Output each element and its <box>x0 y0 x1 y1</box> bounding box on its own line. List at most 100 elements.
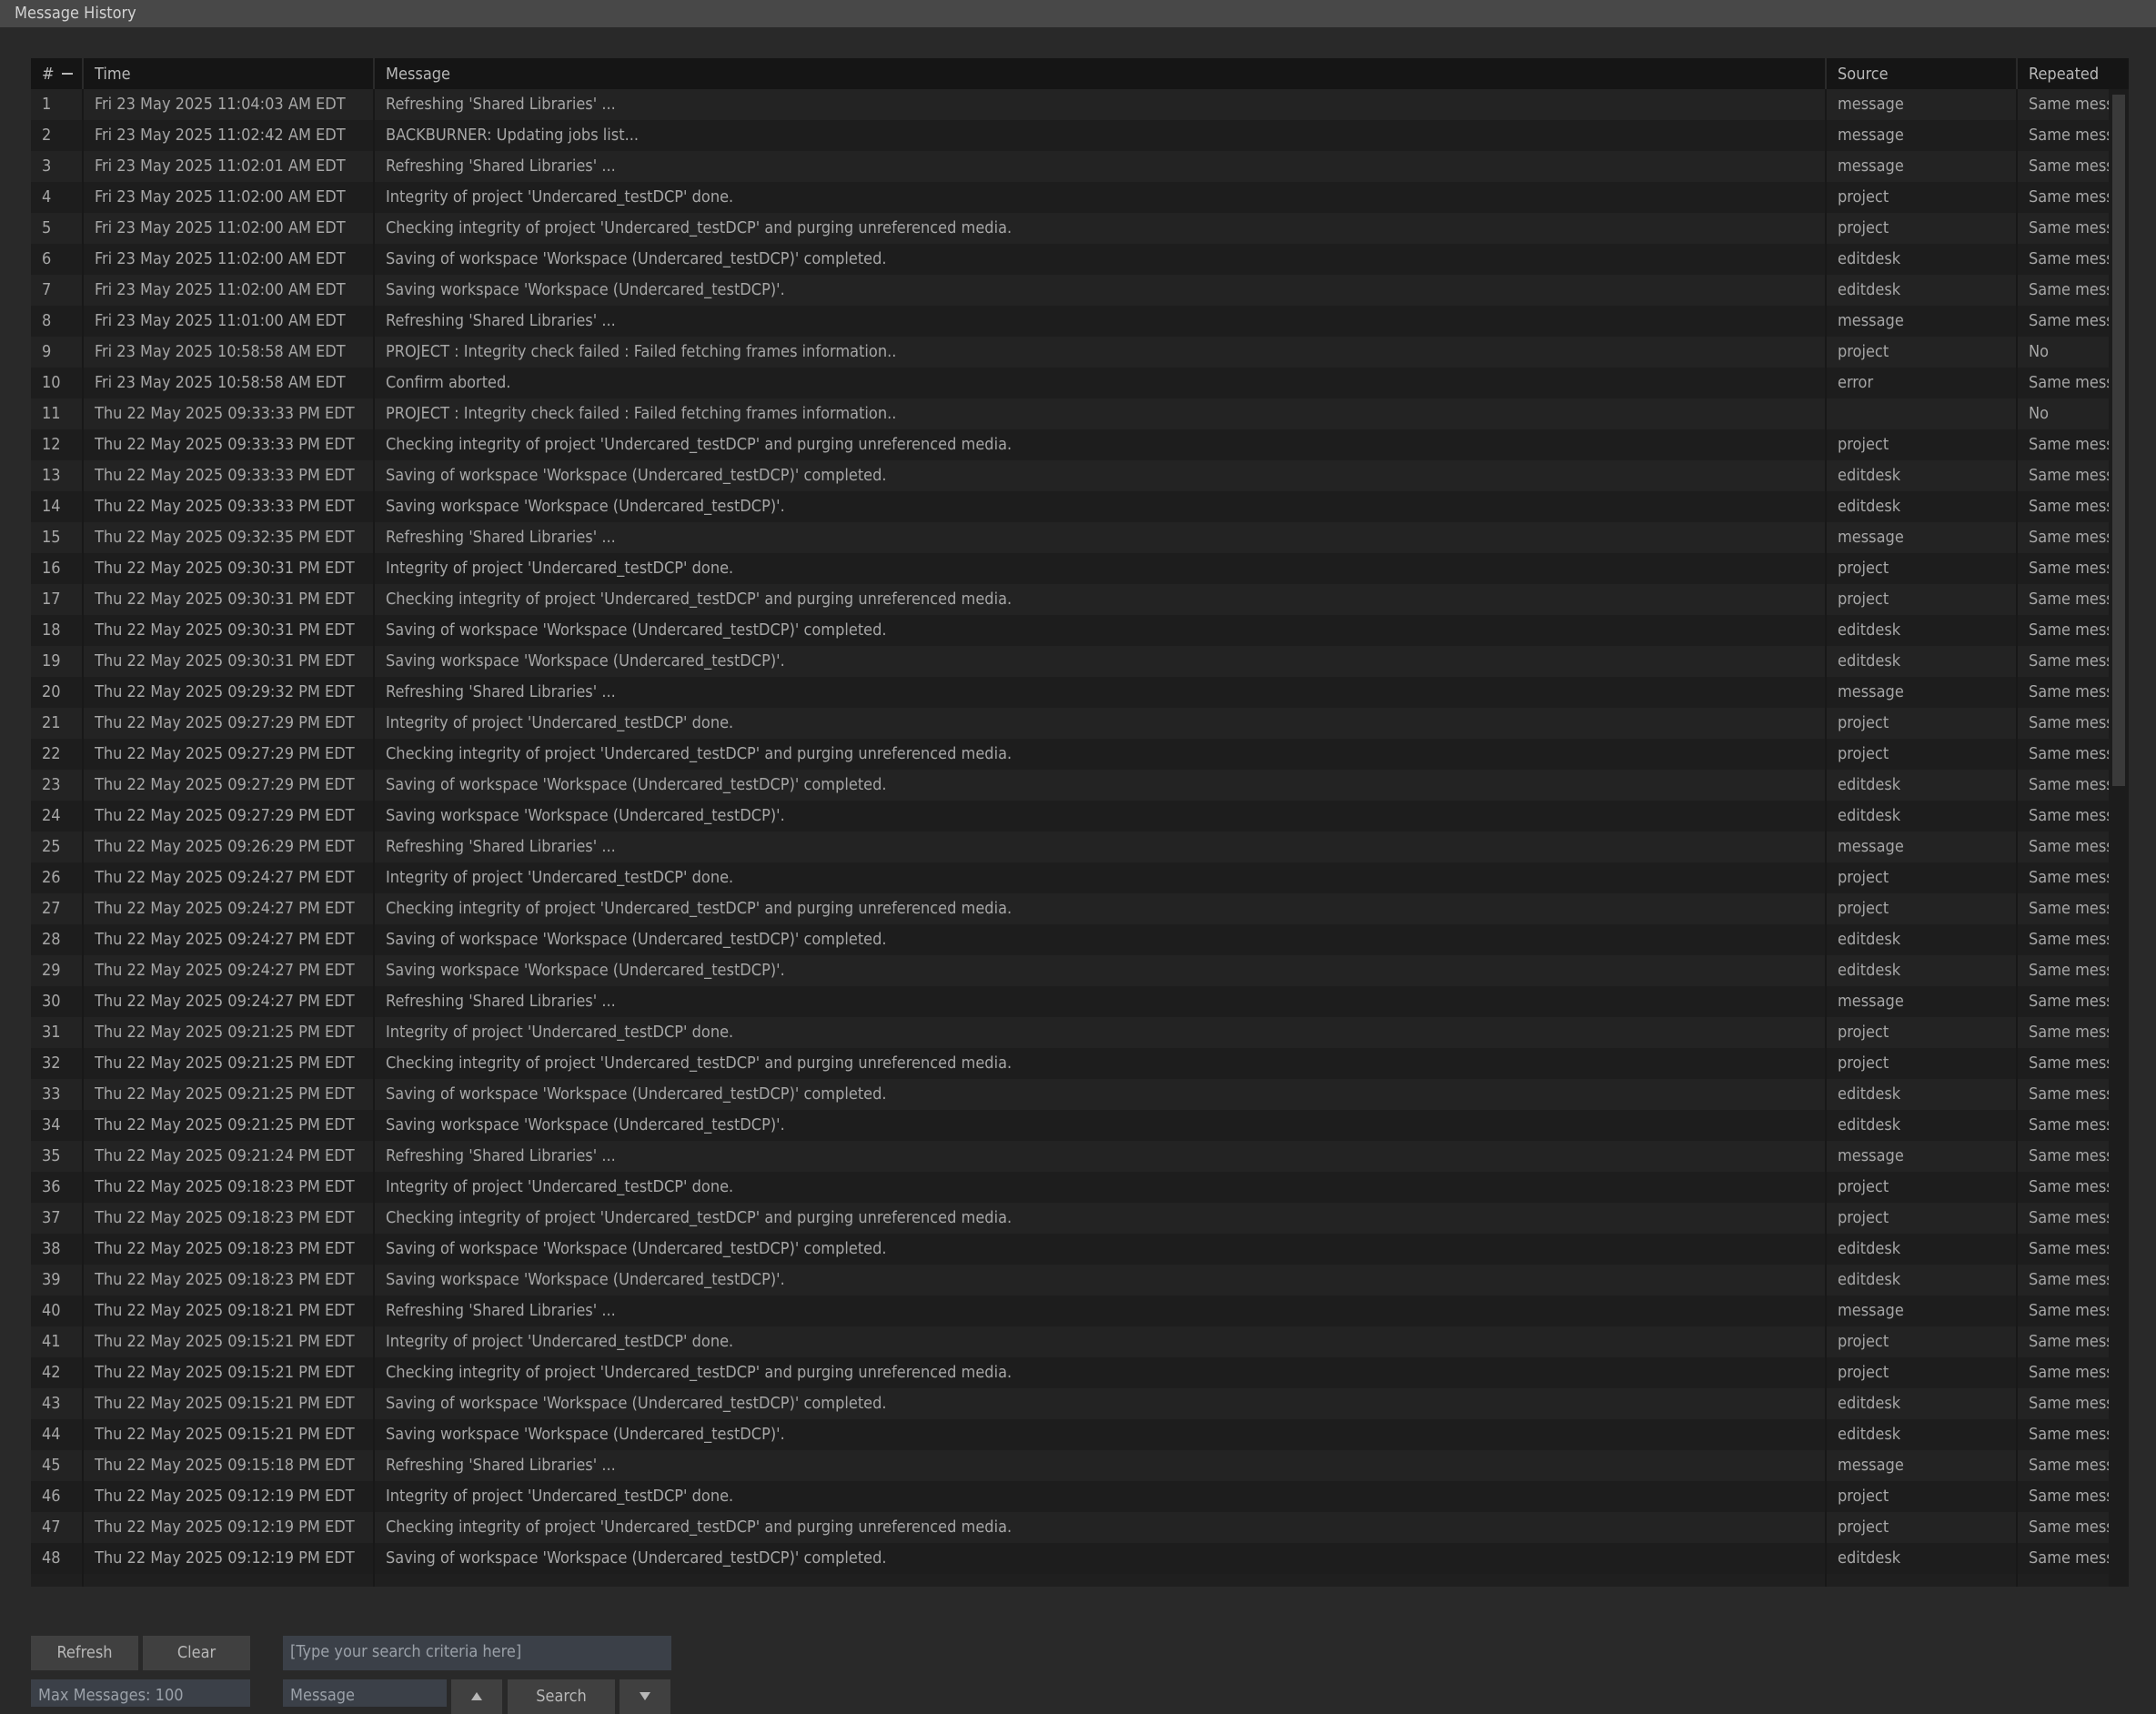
table-row[interactable]: 19 Thu 22 May 2025 09:30:31 PM EDT Saving … <box>31 646 2109 677</box>
column-header-repeated[interactable]: Repeated <box>2029 58 2099 89</box>
row-number: 39 <box>42 1270 61 1289</box>
table-row[interactable]: 28 Thu 22 May 2025 09:24:27 PM EDT Saving … <box>31 924 2109 955</box>
column-divider[interactable] <box>2016 58 2018 89</box>
search-next-button[interactable] <box>620 1679 670 1714</box>
table-row[interactable]: 9 Fri 23 May 2025 10:58:58 AM EDT PROJECT … <box>31 337 2109 368</box>
row-number: 36 <box>42 1177 61 1196</box>
row-source: project <box>1838 218 1889 237</box>
row-number: 25 <box>42 837 61 856</box>
column-header-message[interactable]: Message <box>386 58 450 89</box>
table-row[interactable]: 42 Thu 22 May 2025 09:15:21 PM EDT Checkin… <box>31 1357 2109 1388</box>
row-source: editdesk <box>1838 1548 1901 1568</box>
table-row[interactable]: 27 Thu 22 May 2025 09:24:27 PM EDT Checkin… <box>31 893 2109 924</box>
table-row[interactable]: 38 Thu 22 May 2025 09:18:23 PM EDT Saving … <box>31 1234 2109 1265</box>
table-row[interactable]: 5 Fri 23 May 2025 11:02:00 AM EDT Checking… <box>31 213 2109 244</box>
row-time: Fri 23 May 2025 11:04:03 AM EDT <box>95 95 346 114</box>
scrollbar-thumb[interactable] <box>2112 95 2125 786</box>
table-row[interactable]: 14 Thu 22 May 2025 09:33:33 PM EDT Saving … <box>31 491 2109 522</box>
table-row[interactable]: 1 Fri 23 May 2025 11:04:03 AM EDT Refreshi… <box>31 89 2109 120</box>
row-message: Checking integrity of project 'Undercare… <box>386 1517 1013 1537</box>
collapse-icon[interactable] <box>62 73 73 75</box>
row-time: Thu 22 May 2025 09:15:21 PM EDT <box>95 1425 355 1444</box>
table-row[interactable]: 39 Thu 22 May 2025 09:18:23 PM EDT Saving … <box>31 1265 2109 1296</box>
row-source <box>1838 398 2001 429</box>
column-header-source[interactable]: Source <box>1838 58 1889 89</box>
row-time: Thu 22 May 2025 09:21:25 PM EDT <box>95 1084 355 1104</box>
row-message: Integrity of project 'Undercared_testDCP… <box>386 187 734 207</box>
row-message: Checking integrity of project 'Undercare… <box>386 590 1013 609</box>
row-time: Thu 22 May 2025 09:27:29 PM EDT <box>95 775 355 794</box>
table-row[interactable]: 45 Thu 22 May 2025 09:15:18 PM EDT Refresh… <box>31 1450 2109 1481</box>
table-row[interactable]: 4 Fri 23 May 2025 11:02:00 AM EDT Integrit… <box>31 182 2109 213</box>
row-repeated: Same mess <box>2029 435 2109 454</box>
row-message: Refreshing 'Shared Libraries' ... <box>386 1146 616 1165</box>
row-time: Thu 22 May 2025 09:33:33 PM EDT <box>95 435 355 454</box>
table-row[interactable]: 10 Fri 23 May 2025 10:58:58 AM EDT Confirm… <box>31 368 2109 398</box>
row-source: message <box>1838 1146 1904 1165</box>
table-row[interactable]: 6 Fri 23 May 2025 11:02:00 AM EDT Saving o… <box>31 244 2109 275</box>
table-row[interactable]: 29 Thu 22 May 2025 09:24:27 PM EDT Saving … <box>31 955 2109 986</box>
column-header-time[interactable]: Time <box>95 58 131 89</box>
clear-button[interactable]: Clear <box>143 1636 250 1670</box>
row-time: Fri 23 May 2025 11:02:42 AM EDT <box>95 126 346 145</box>
table-row[interactable]: 22 Thu 22 May 2025 09:27:29 PM EDT Checkin… <box>31 739 2109 770</box>
column-header-num[interactable]: # <box>42 58 55 89</box>
row-time: Thu 22 May 2025 09:18:23 PM EDT <box>95 1177 355 1196</box>
row-source: editdesk <box>1838 280 1901 299</box>
table-row[interactable]: 12 Thu 22 May 2025 09:33:33 PM EDT Checkin… <box>31 429 2109 460</box>
row-number: 48 <box>42 1548 61 1568</box>
table-row[interactable]: 36 Thu 22 May 2025 09:18:23 PM EDT Integri… <box>31 1172 2109 1203</box>
table-row[interactable]: 7 Fri 23 May 2025 11:02:00 AM EDT Saving w… <box>31 275 2109 306</box>
row-repeated: Same mess <box>2029 1208 2109 1227</box>
table-row[interactable]: 24 Thu 22 May 2025 09:27:29 PM EDT Saving … <box>31 801 2109 832</box>
table-row[interactable]: 23 Thu 22 May 2025 09:27:29 PM EDT Saving … <box>31 770 2109 801</box>
table-row[interactable]: 25 Thu 22 May 2025 09:26:29 PM EDT Refresh… <box>31 832 2109 862</box>
table-row[interactable]: 21 Thu 22 May 2025 09:27:29 PM EDT Integri… <box>31 708 2109 739</box>
table-row[interactable]: 15 Thu 22 May 2025 09:32:35 PM EDT Refresh… <box>31 522 2109 553</box>
table-row[interactable]: 18 Thu 22 May 2025 09:30:31 PM EDT Saving … <box>31 615 2109 646</box>
table-row[interactable]: 26 Thu 22 May 2025 09:24:27 PM EDT Integri… <box>31 862 2109 893</box>
table-row[interactable]: 30 Thu 22 May 2025 09:24:27 PM EDT Refresh… <box>31 986 2109 1017</box>
refresh-button[interactable]: Refresh <box>31 1636 138 1670</box>
row-number: 19 <box>42 651 61 670</box>
table-row[interactable]: 16 Thu 22 May 2025 09:30:31 PM EDT Integri… <box>31 553 2109 584</box>
table-row[interactable]: 20 Thu 22 May 2025 09:29:32 PM EDT Refresh… <box>31 677 2109 708</box>
row-repeated: Same mess <box>2029 559 2109 578</box>
table-row[interactable]: 11 Thu 22 May 2025 09:33:33 PM EDT PROJECT… <box>31 398 2109 429</box>
row-source: message <box>1838 837 1904 856</box>
table-row[interactable]: 43 Thu 22 May 2025 09:15:21 PM EDT Saving … <box>31 1388 2109 1419</box>
table-row[interactable]: 44 Thu 22 May 2025 09:15:21 PM EDT Saving … <box>31 1419 2109 1450</box>
row-message: Integrity of project 'Undercared_testDCP… <box>386 713 734 732</box>
column-divider[interactable] <box>1825 58 1827 89</box>
search-input[interactable]: [Type your search criteria here] <box>283 1636 671 1670</box>
search-previous-button[interactable] <box>451 1679 502 1714</box>
table-row[interactable]: 47 Thu 22 May 2025 09:12:19 PM EDT Checkin… <box>31 1512 2109 1543</box>
row-source: editdesk <box>1838 1084 1901 1104</box>
row-message: Checking integrity of project 'Undercare… <box>386 1054 1013 1073</box>
vertical-scrollbar[interactable] <box>2109 89 2129 1587</box>
table-row[interactable]: 8 Fri 23 May 2025 11:01:00 AM EDT Refreshi… <box>31 306 2109 337</box>
table-row[interactable]: 31 Thu 22 May 2025 09:21:25 PM EDT Integri… <box>31 1017 2109 1048</box>
row-repeated: Same mess <box>2029 1517 2109 1537</box>
table-row[interactable]: 48 Thu 22 May 2025 09:12:19 PM EDT Saving … <box>31 1543 2109 1574</box>
row-message: Saving workspace 'Workspace (Undercared_… <box>386 651 785 670</box>
table-row[interactable]: 40 Thu 22 May 2025 09:18:21 PM EDT Refresh… <box>31 1296 2109 1326</box>
table-row[interactable]: 46 Thu 22 May 2025 09:12:19 PM EDT Integri… <box>31 1481 2109 1512</box>
column-divider[interactable] <box>82 58 84 89</box>
column-divider[interactable] <box>373 58 375 89</box>
table-row[interactable]: 17 Thu 22 May 2025 09:30:31 PM EDT Checkin… <box>31 584 2109 615</box>
table-row[interactable]: 37 Thu 22 May 2025 09:18:23 PM EDT Checkin… <box>31 1203 2109 1234</box>
row-number: 29 <box>42 961 61 980</box>
table-row[interactable]: 35 Thu 22 May 2025 09:21:24 PM EDT Refresh… <box>31 1141 2109 1172</box>
row-source: message <box>1838 528 1904 547</box>
table-row[interactable]: 32 Thu 22 May 2025 09:21:25 PM EDT Checkin… <box>31 1048 2109 1079</box>
row-repeated: No <box>2029 342 2050 361</box>
table-row[interactable]: 3 Fri 23 May 2025 11:02:01 AM EDT Refreshi… <box>31 151 2109 182</box>
table-row[interactable]: 41 Thu 22 May 2025 09:15:21 PM EDT Integri… <box>31 1326 2109 1357</box>
search-button[interactable]: Search <box>508 1679 615 1714</box>
table-row[interactable]: 33 Thu 22 May 2025 09:21:25 PM EDT Saving … <box>31 1079 2109 1110</box>
row-source: editdesk <box>1838 1270 1901 1289</box>
table-row[interactable]: 13 Thu 22 May 2025 09:33:33 PM EDT Saving … <box>31 460 2109 491</box>
table-row[interactable]: 2 Fri 23 May 2025 11:02:42 AM EDT BACKBURN… <box>31 120 2109 151</box>
table-row[interactable]: 34 Thu 22 May 2025 09:21:25 PM EDT Saving … <box>31 1110 2109 1141</box>
